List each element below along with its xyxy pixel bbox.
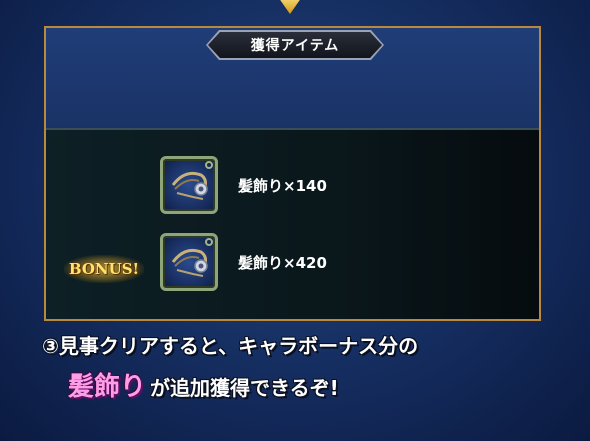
reward-panel: 獲得アイテム 髪飾り×140 BONUS! 髪飾り×420 — [44, 26, 541, 321]
item-corner-mark — [205, 161, 213, 169]
item-label: 髪飾り×140 — [238, 176, 327, 195]
item-corner-mark — [205, 238, 213, 246]
reward-item-row: 髪飾り×140 — [160, 156, 327, 214]
caption-highlight: 髪飾り — [68, 372, 147, 402]
caption-rest: が追加獲得できるぞ! — [150, 376, 339, 400]
down-arrow-icon — [276, 0, 304, 14]
header-title: 獲得アイテム — [250, 38, 340, 54]
hair-ornament-icon[interactable] — [160, 233, 218, 291]
reward-item-row: 髪飾り×420 — [160, 233, 327, 291]
header-banner: 獲得アイテム — [208, 32, 382, 58]
caption-line-2: 髪飾り が追加獲得できるぞ! — [68, 366, 339, 403]
item-label: 髪飾り×420 — [238, 253, 327, 272]
caption-line-1: ③見事クリアすると、キャラボーナス分の — [42, 334, 419, 358]
bonus-badge: BONUS! — [64, 255, 144, 283]
hair-ornament-icon[interactable] — [160, 156, 218, 214]
bonus-label: BONUS! — [68, 260, 140, 278]
